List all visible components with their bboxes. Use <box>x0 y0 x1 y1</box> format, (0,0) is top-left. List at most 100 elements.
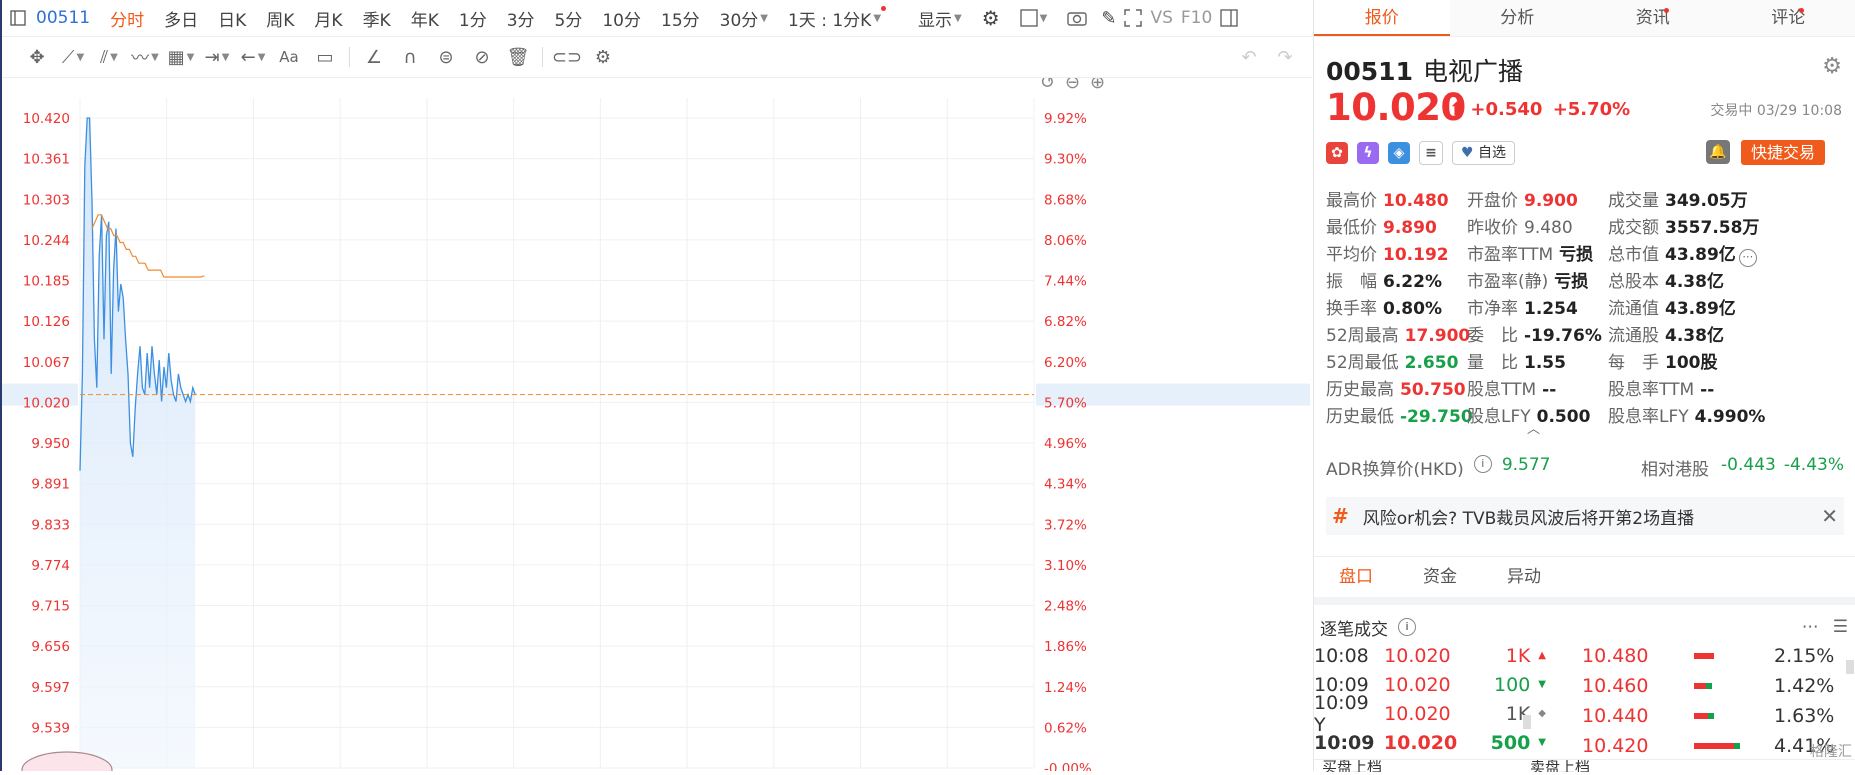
note-icon[interactable]: ≡ <box>1419 141 1443 165</box>
period-tabs: 分时多日日K周K月K季K年K1分3分5分10分15分30分▼ <box>100 6 778 31</box>
stat-value: 2.650 <box>1405 353 1459 373</box>
y-tick-label: 9.597 <box>31 680 70 696</box>
subtab-1[interactable]: 资金 <box>1398 557 1482 597</box>
zoom-in-icon[interactable]: ⊕ <box>1090 78 1105 93</box>
stock-code[interactable]: 00511 <box>32 8 100 28</box>
undo-icon[interactable]: ↶ <box>1234 42 1264 72</box>
stat-label: 52周最高 <box>1326 326 1399 346</box>
book-bar <box>1694 653 1774 659</box>
notify-dot <box>1799 8 1804 13</box>
stat-label: 振 幅 <box>1326 272 1377 292</box>
period-tab[interactable]: 30分▼ <box>710 6 778 31</box>
hide-icon[interactable]: ⊘ <box>467 42 497 72</box>
y-tick-label: 9.833 <box>31 517 70 533</box>
reset-zoom-icon[interactable]: ↺ <box>1040 78 1055 93</box>
stat-row: 换手率0.80%市净率1.254流通值43.89亿 <box>1326 294 1846 321</box>
arrow-tool-icon[interactable]: ←▼ <box>238 42 268 72</box>
period-tab[interactable]: 分时 <box>100 6 154 31</box>
more-icon[interactable]: ⋯ <box>1802 617 1819 637</box>
period-tab[interactable]: 年K <box>401 6 449 31</box>
stat-row: 最低价9.890昨收价9.480成交额3557.58万 <box>1326 213 1846 240</box>
sidebar-toggle-icon[interactable] <box>2 10 32 26</box>
period-tab[interactable]: 月K <box>304 6 352 31</box>
collapse-icon[interactable]: ︿ <box>1527 418 1540 437</box>
lock-icon[interactable]: ⊜ <box>431 42 461 72</box>
camera-icon[interactable] <box>1057 10 1097 26</box>
stat-value: -- <box>1542 380 1556 400</box>
intraday-chart[interactable]: 10.42010.36110.30310.24410.18510.12610.0… <box>2 78 1312 771</box>
bottom-tab[interactable]: 卖盘上档 <box>1522 759 1730 772</box>
info-icon[interactable]: i <box>1474 455 1492 473</box>
redo-icon[interactable]: ↷ <box>1270 42 1300 72</box>
tick-vol: 100 <box>1491 674 1530 696</box>
compare-button[interactable]: VS <box>1146 8 1176 28</box>
comment-icon[interactable]: ▭ <box>310 42 340 72</box>
fib-tool-icon[interactable]: ▦▼ <box>166 42 196 72</box>
f10-button[interactable]: F10 <box>1177 8 1216 28</box>
book-pct: 2.15% <box>1774 645 1822 667</box>
stat-cell: 52周最低2.650 <box>1326 348 1467 375</box>
layout-icon[interactable]: ▼ <box>1010 9 1058 27</box>
stat-cell: 股息TTM-- <box>1467 375 1608 402</box>
more-icon[interactable]: ⋯ <box>1739 249 1757 267</box>
y-tick-label: 9.715 <box>31 599 70 615</box>
period-tab[interactable]: 15分 <box>651 6 710 31</box>
ruler-icon[interactable]: ∠ <box>359 42 389 72</box>
list-icon[interactable]: ☰ <box>1833 617 1848 637</box>
line-tool-icon[interactable]: ⟋▼ <box>58 42 88 72</box>
period-tab[interactable]: 日K <box>208 6 256 31</box>
bottom-tab[interactable]: 买盘上档 <box>1314 759 1522 772</box>
tab-1[interactable]: 分析 <box>1450 0 1586 36</box>
settings-icon[interactable]: ⚙ <box>1822 54 1842 79</box>
trash-icon[interactable]: 🗑 <box>503 42 533 72</box>
channel-tool-icon[interactable]: ⫽▼ <box>94 42 124 72</box>
book-price: 10.420 <box>1582 735 1694 755</box>
fullscreen-icon[interactable] <box>1120 9 1146 27</box>
measure-tool-icon[interactable]: ⇥▼ <box>202 42 232 72</box>
watermark-logo: 格隆汇 <box>1810 741 1852 761</box>
panel-toggle-icon[interactable] <box>1216 9 1242 27</box>
period-tab[interactable]: 5分 <box>545 6 593 31</box>
text-tool-icon[interactable]: Aa <box>274 42 304 72</box>
scrollbar[interactable] <box>1846 660 1854 674</box>
tab-0[interactable]: 报价 <box>1314 0 1450 36</box>
stat-label: 昨收价 <box>1467 218 1518 238</box>
subtab-2[interactable]: 异动 <box>1482 557 1566 597</box>
wave-tool-icon[interactable]: 〰▼ <box>130 42 160 72</box>
period-tab[interactable]: 10分 <box>592 6 651 31</box>
scrollbar[interactable] <box>1523 715 1531 729</box>
news-text[interactable]: 风险or机会? TVB裁员风波后将开第2场直播 <box>1363 504 1694 529</box>
period-tab[interactable]: 1分 <box>449 6 497 31</box>
quick-trade-button[interactable]: 快捷交易 <box>1741 140 1825 165</box>
stat-row: 最高价10.480开盘价9.900成交量349.05万 <box>1326 186 1846 213</box>
hk-flag-icon[interactable]: ✿ <box>1326 142 1348 164</box>
move-icon[interactable]: ✥ <box>22 42 52 72</box>
period-tab[interactable]: 季K <box>353 6 401 31</box>
tab-2[interactable]: 资讯 <box>1585 0 1721 36</box>
watchlist-button[interactable]: ♥ 自选 <box>1452 141 1515 165</box>
stat-value: 43.89亿 <box>1665 245 1736 265</box>
zoom-out-icon[interactable]: ⊖ <box>1065 78 1080 93</box>
display-menu[interactable]: 显示▼ <box>908 6 972 31</box>
bell-icon[interactable]: 🔔 <box>1706 140 1730 164</box>
news-banner[interactable]: # 风险or机会? TVB裁员风波后将开第2场直播 ✕ <box>1326 497 1844 535</box>
magnet-icon[interactable]: ∩ <box>395 42 425 72</box>
chart-canvas[interactable]: 10.42010.36110.30310.24410.18510.12610.0… <box>2 78 1310 771</box>
settings-icon[interactable]: ⚙ <box>972 6 1010 30</box>
tick-vol: 500 <box>1491 732 1531 754</box>
period-tab[interactable]: 多日 <box>154 6 208 31</box>
subtab-0[interactable]: 盘口 <box>1314 557 1398 597</box>
stat-row: 52周最低2.650量 比1.55每 手100股 <box>1326 348 1846 375</box>
tag-icon[interactable]: ◈ <box>1388 142 1410 164</box>
overlay-icon[interactable]: ⊂⊃ <box>552 42 582 72</box>
period-tab[interactable]: 3分 <box>497 6 545 31</box>
settings-icon[interactable]: ⚙ <box>588 42 618 72</box>
tab-3[interactable]: 评论 <box>1721 0 1855 36</box>
info-icon[interactable]: i <box>1398 618 1416 636</box>
close-icon[interactable]: ✕ <box>1821 504 1838 528</box>
book-row: 10.4802.15% <box>1582 641 1855 671</box>
pencil-icon[interactable]: ✎ <box>1097 8 1120 29</box>
lightning-icon[interactable]: ϟ <box>1357 142 1379 164</box>
period-tab[interactable]: 周K <box>256 6 304 31</box>
range-select[interactable]: 1天 : 1分K▼ <box>778 6 896 31</box>
